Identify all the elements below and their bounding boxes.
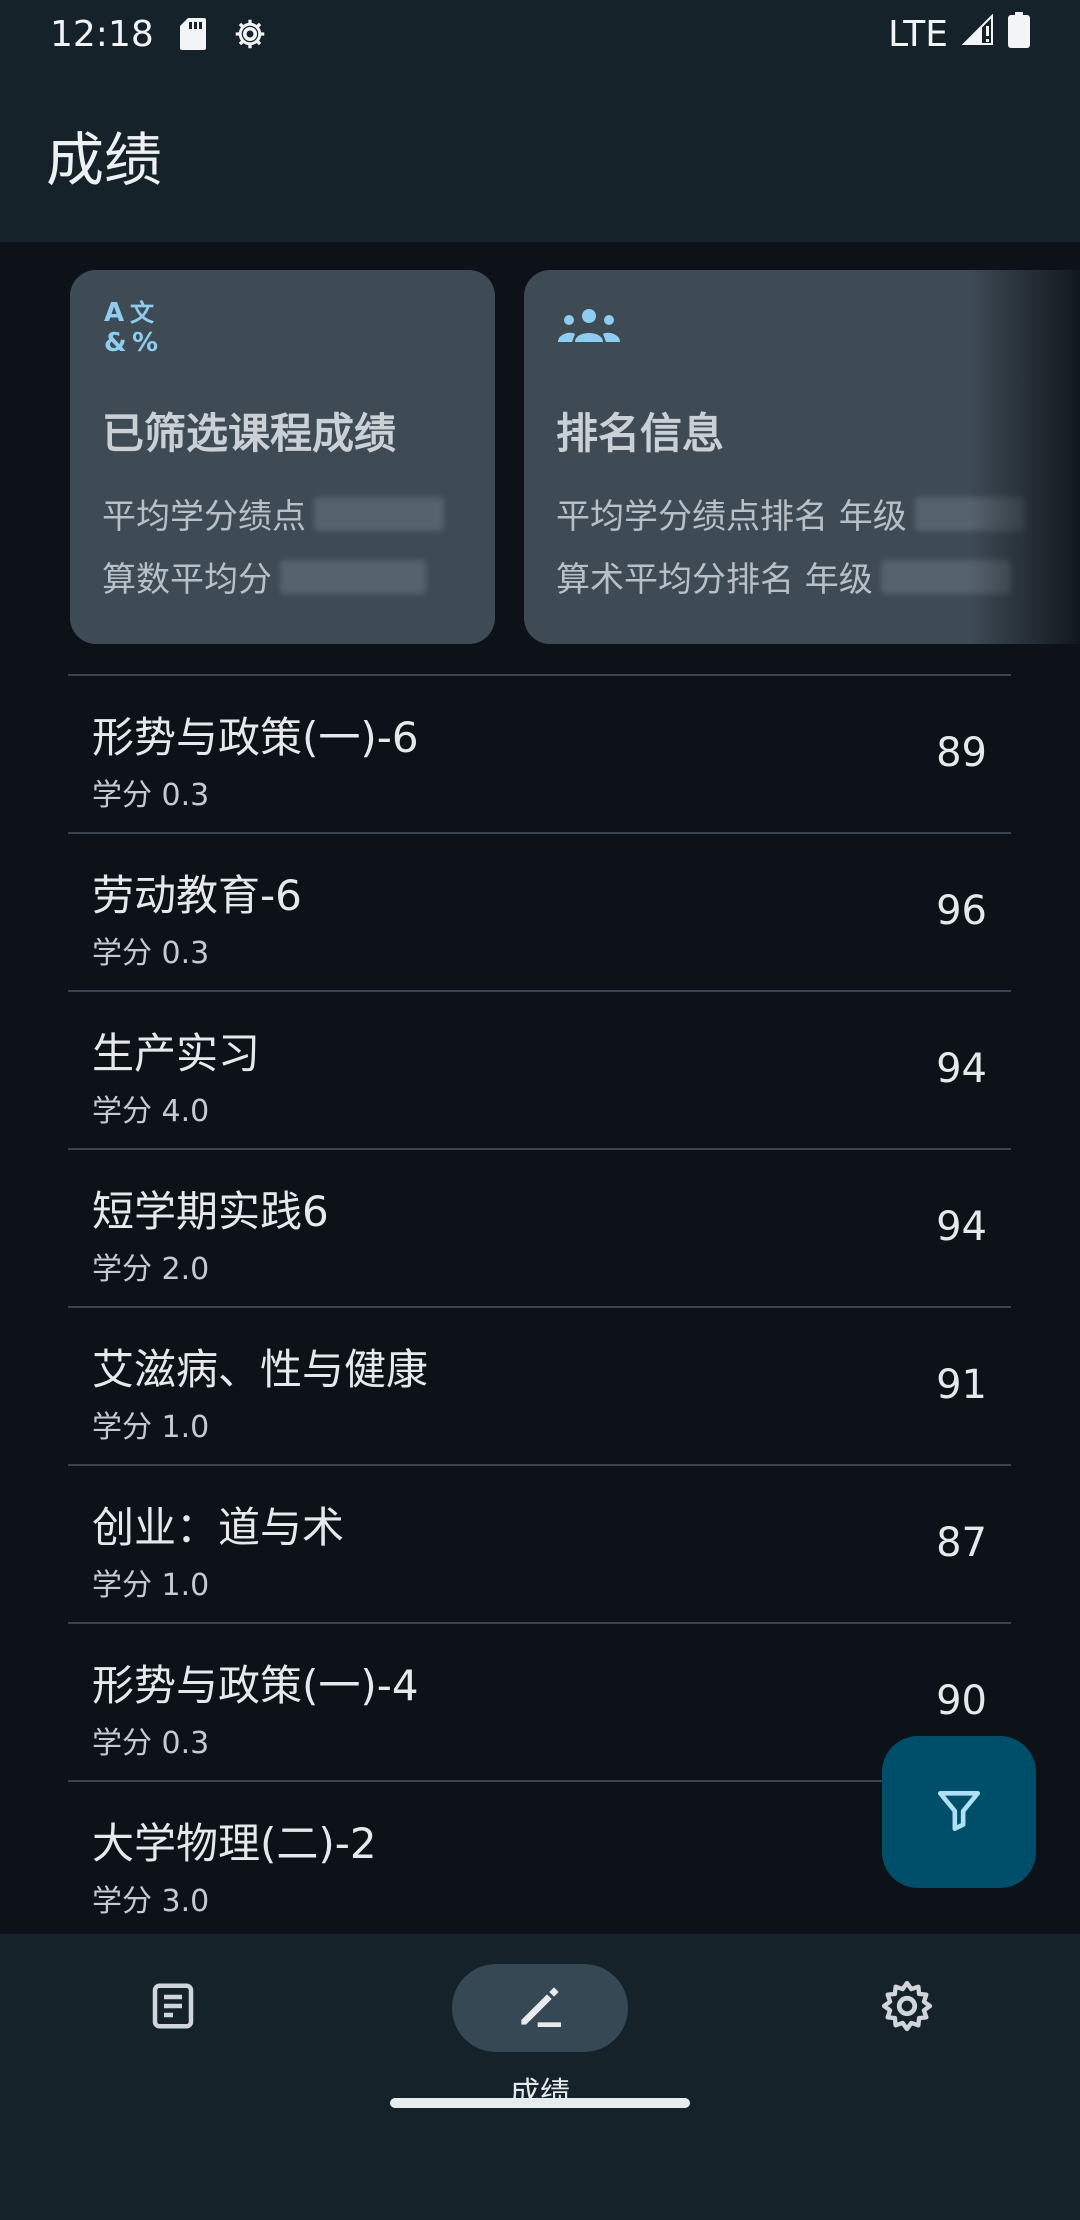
course-name: 形势与政策(一)-4	[92, 1661, 419, 1710]
page-title: 成绩	[46, 126, 163, 194]
home-indicator[interactable]	[390, 2098, 690, 2108]
course-row[interactable]: 大学物理(二)-2 学分 3.0	[68, 1780, 1011, 1938]
course-list[interactable]: 形势与政策(一)-6 学分 0.3 89 劳动教育-6 学分 0.3 96 生产…	[68, 674, 1011, 1938]
course-score: 94	[936, 1204, 987, 1250]
nav-item-settings[interactable]	[782, 1964, 1032, 2124]
course-score: 87	[936, 1520, 987, 1566]
gpa-label: 平均学分绩点	[102, 497, 306, 537]
battery-icon	[1008, 11, 1030, 57]
course-row[interactable]: 形势与政策(一)-6 学分 0.3 89	[68, 674, 1011, 832]
status-time: 12:18	[50, 13, 154, 55]
course-credit: 学分 1.0	[92, 1410, 210, 1445]
nav-pill-active	[452, 1964, 628, 2052]
gpa-line: 平均学分绩点	[102, 489, 463, 538]
svg-text:&: &	[104, 328, 127, 355]
course-row[interactable]: 艾滋病、性与健康 学分 1.0 91	[68, 1306, 1011, 1464]
translate-icon: A 文 & %	[102, 296, 463, 356]
course-name: 劳动教育-6	[92, 871, 302, 920]
filtered-card-title: 已筛选课程成绩	[102, 409, 397, 458]
gpa-rank-label: 平均学分绩点排名 年级	[556, 497, 907, 537]
sd-card-icon	[179, 18, 206, 50]
summary-cards[interactable]: A 文 & % 已筛选课程成绩 平均学分绩点 算数平均分 排名信息 平均学分绩点…	[0, 242, 1080, 662]
svg-text:A: A	[104, 298, 124, 328]
course-name: 生产实习	[92, 1029, 261, 1078]
course-name: 创业：道与术	[92, 1503, 345, 1552]
course-row[interactable]: 创业：道与术 学分 1.0 87	[68, 1464, 1011, 1622]
svg-text:文: 文	[130, 299, 155, 327]
course-credit: 学分 2.0	[92, 1252, 210, 1287]
course-score: 89	[936, 730, 987, 776]
course-name: 形势与政策(一)-6	[92, 713, 419, 762]
course-row[interactable]: 劳动教育-6 学分 0.3 96	[68, 832, 1011, 990]
app-bar: 成绩	[0, 68, 1080, 242]
nav-pill	[85, 1964, 261, 2052]
course-credit: 学分 1.0	[92, 1568, 210, 1603]
signal-icon	[961, 13, 994, 55]
list-icon	[146, 1979, 200, 2037]
bottom-navigation: 成绩	[0, 1934, 1080, 2220]
course-credit: 学分 3.0	[92, 1884, 210, 1919]
course-score: 94	[936, 1046, 987, 1092]
nav-pill	[819, 1964, 995, 2052]
filter-icon	[934, 1785, 984, 1839]
settings-gear-icon	[232, 16, 268, 52]
course-name: 艾滋病、性与健康	[92, 1345, 429, 1394]
course-credit: 学分 0.3	[92, 1726, 210, 1761]
course-name: 大学物理(二)-2	[92, 1819, 377, 1868]
course-name: 短学期实践6	[92, 1187, 329, 1236]
course-score: 96	[936, 888, 987, 934]
course-row[interactable]: 形势与政策(一)-4 学分 0.3 90	[68, 1622, 1011, 1780]
nav-item-list[interactable]	[48, 1964, 298, 2124]
average-label: 算数平均分	[102, 560, 272, 600]
course-score: 91	[936, 1362, 987, 1408]
course-credit: 学分 0.3	[92, 778, 210, 813]
filter-button[interactable]	[882, 1736, 1036, 1888]
average-value-redacted	[280, 559, 426, 594]
average-rank-label: 算术平均分排名 年级	[556, 560, 873, 600]
svg-text:%: %	[132, 328, 158, 355]
course-credit: 学分 0.3	[92, 936, 210, 971]
settings-icon	[878, 1977, 936, 2039]
course-credit: 学分 4.0	[92, 1094, 210, 1129]
edit-icon	[512, 1978, 568, 2038]
course-row[interactable]: 短学期实践6 学分 2.0 94	[68, 1148, 1011, 1306]
network-type: LTE	[888, 13, 948, 55]
filtered-grades-card[interactable]: A 文 & % 已筛选课程成绩 平均学分绩点 算数平均分	[70, 270, 495, 644]
scroll-fade	[970, 242, 1080, 662]
course-score: 90	[936, 1678, 987, 1724]
gpa-value-redacted	[314, 496, 444, 531]
average-line: 算数平均分	[102, 552, 463, 601]
course-row[interactable]: 生产实习 学分 4.0 94	[68, 990, 1011, 1148]
status-bar: 12:18 LTE	[0, 0, 1080, 68]
